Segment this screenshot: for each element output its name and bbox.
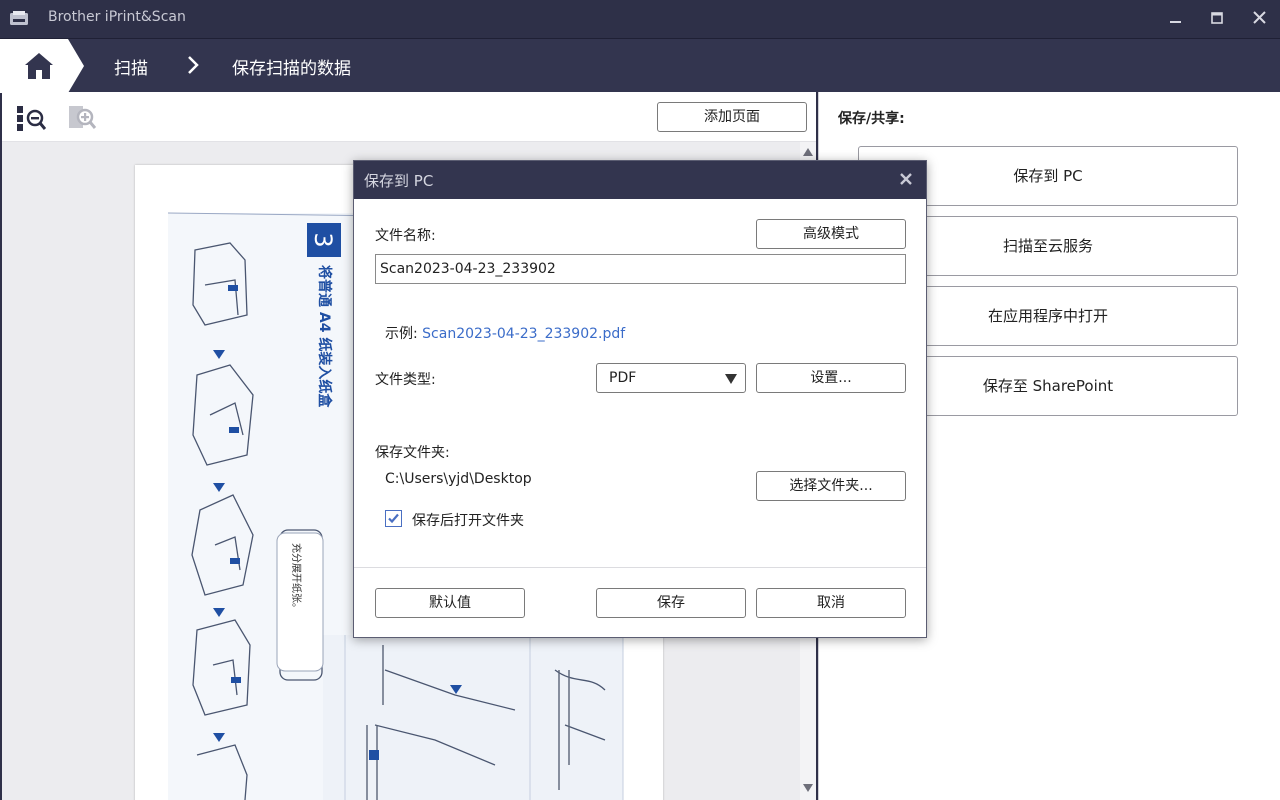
add-page-button[interactable]: 添加页面	[657, 102, 807, 132]
advanced-mode-button[interactable]: 高级模式	[756, 219, 906, 249]
file-name-label: 文件名称:	[375, 228, 436, 244]
save-folder-path: C:\Users\yjd\Desktop	[385, 471, 532, 487]
save-to-pc-dialog: 保存到 PC 文件名称: 高级模式 示例: Scan2023-04-23_233…	[353, 160, 927, 638]
home-icon	[25, 53, 53, 79]
checkmark-icon	[388, 513, 399, 524]
cancel-button[interactable]: 取消	[756, 588, 906, 618]
choose-folder-button[interactable]: 选择文件夹...	[756, 471, 906, 501]
breadcrumb-scan[interactable]: 扫描	[114, 54, 148, 79]
home-button[interactable]	[0, 39, 86, 93]
example-filename: Scan2023-04-23_233902.pdf	[422, 326, 626, 342]
breadcrumb: 扫描 保存扫描的数据	[0, 38, 1280, 93]
dialog-divider	[354, 567, 926, 568]
example-text: 示例: Scan2023-04-23_233902.pdf	[385, 323, 625, 343]
dialog-header: 保存到 PC	[354, 161, 926, 199]
open-after-save-checkbox[interactable]	[385, 510, 402, 527]
title-bar: Brother iPrint&Scan	[0, 0, 1280, 38]
file-type-select[interactable]: PDF	[596, 363, 746, 393]
preview-toolbar: 添加页面	[2, 92, 816, 142]
minimize-icon[interactable]	[1159, 4, 1193, 34]
default-button[interactable]: 默认值	[375, 588, 525, 618]
save-folder-label: 保存文件夹:	[375, 445, 450, 461]
app-title: Brother iPrint&Scan	[48, 9, 186, 25]
file-name-input[interactable]	[375, 254, 906, 284]
scroll-up-icon[interactable]	[803, 148, 813, 156]
chevron-right-icon	[188, 56, 199, 74]
dialog-title: 保存到 PC	[364, 172, 434, 190]
settings-button[interactable]: 设置...	[756, 363, 906, 393]
file-type-value: PDF	[609, 370, 637, 386]
scanned-heading: 将普通 A4 纸装入纸盒	[316, 265, 333, 408]
dialog-close-icon[interactable]	[898, 171, 914, 187]
save-button[interactable]: 保存	[596, 588, 746, 618]
file-type-label: 文件类型:	[375, 372, 436, 388]
zoom-in-icon[interactable]	[68, 104, 98, 132]
open-after-save-label[interactable]: 保存后打开文件夹	[412, 510, 524, 530]
zoom-out-icon[interactable]	[16, 104, 46, 132]
scanned-callout: 充分展开纸张。	[290, 543, 303, 613]
chevron-down-icon	[725, 374, 737, 384]
step-number: 3	[309, 232, 337, 247]
scroll-down-icon[interactable]	[803, 784, 813, 792]
scanner-icon	[10, 11, 28, 25]
share-heading: 保存/共享:	[838, 111, 905, 127]
close-icon[interactable]	[1242, 4, 1276, 34]
breadcrumb-current: 保存扫描的数据	[232, 59, 351, 79]
maximize-icon[interactable]	[1200, 4, 1234, 34]
example-prefix: 示例:	[385, 326, 423, 342]
